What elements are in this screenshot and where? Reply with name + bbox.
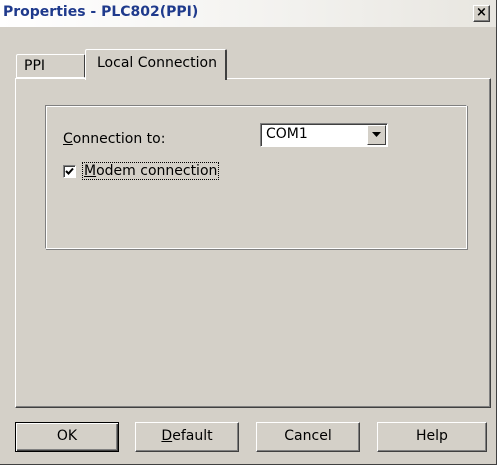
modem-connection-label[interactable]: Modem connection bbox=[81, 162, 220, 180]
cancel-button[interactable]: Cancel bbox=[256, 422, 360, 452]
tab-ppi-label: PPI bbox=[24, 58, 46, 74]
checkmark-icon bbox=[65, 167, 74, 175]
ok-button[interactable]: OK bbox=[15, 422, 119, 452]
connection-port-value: COM1 bbox=[266, 126, 308, 142]
close-icon: × bbox=[476, 5, 487, 20]
chevron-down-icon bbox=[372, 132, 381, 137]
connection-to-label: Connection to: bbox=[63, 131, 166, 147]
title-bar[interactable]: Properties - PLC802(PPI) × bbox=[0, 0, 496, 27]
tab-local-connection[interactable]: Local Connection bbox=[85, 49, 227, 80]
window-title: Properties - PLC802(PPI) bbox=[3, 4, 199, 20]
tab-ppi[interactable]: PPI bbox=[16, 54, 86, 78]
modem-connection-checkbox[interactable] bbox=[63, 165, 76, 178]
default-button[interactable]: Default bbox=[135, 422, 239, 452]
connection-port-select[interactable]: COM1 bbox=[260, 123, 388, 147]
connection-group-box: Connection to: COM1 Modem connection bbox=[45, 105, 467, 249]
dropdown-button[interactable] bbox=[367, 125, 386, 145]
tab-page-local-connection: Connection to: COM1 Modem connection bbox=[15, 78, 491, 408]
help-button[interactable]: Help bbox=[377, 422, 487, 452]
close-button[interactable]: × bbox=[473, 5, 490, 22]
properties-dialog: Properties - PLC802(PPI) × PPI Local Con… bbox=[0, 0, 497, 465]
tab-local-connection-label: Local Connection bbox=[97, 55, 217, 71]
